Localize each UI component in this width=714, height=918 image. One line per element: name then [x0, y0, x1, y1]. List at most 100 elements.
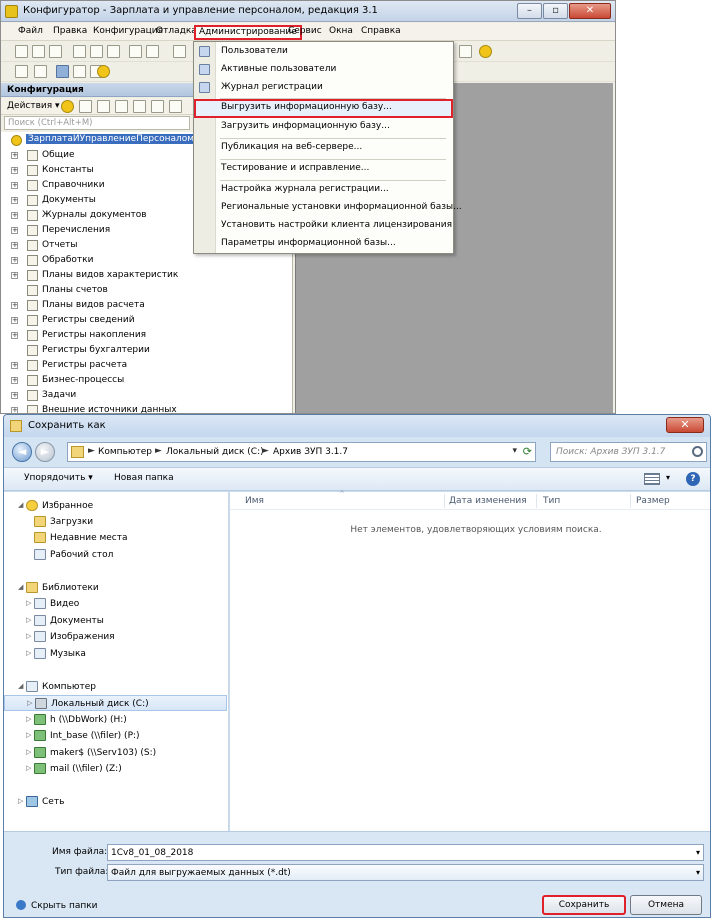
cut-icon[interactable]	[73, 45, 86, 58]
organize-button[interactable]: Упорядочить ▾	[24, 473, 93, 483]
column-type[interactable]: Тип	[543, 496, 560, 506]
column-name[interactable]: Имя	[245, 496, 264, 506]
expand-icon[interactable]: ▷	[18, 797, 23, 805]
nav-music[interactable]: ▷ Музыка	[4, 646, 227, 662]
expand-icon[interactable]: ▷	[26, 599, 31, 607]
menu-event-log[interactable]: Журнал регистрации	[194, 79, 453, 97]
breadcrumb-archive-folder[interactable]: Архив ЗУП 3.1.7	[273, 447, 348, 457]
tree-item[interactable]: + Планы видов расчета	[1, 298, 291, 313]
nav-drive-c[interactable]: ▷ Локальный диск (C:)	[4, 695, 227, 711]
save-button[interactable]: Сохранить	[542, 895, 626, 915]
column-size[interactable]: Размер	[636, 496, 670, 506]
menu-windows[interactable]: Окна	[326, 25, 356, 40]
edit-icon[interactable]	[79, 100, 92, 113]
expand-icon[interactable]: +	[11, 197, 18, 204]
syntax-icon[interactable]	[459, 45, 472, 58]
expand-icon[interactable]: +	[11, 212, 18, 219]
collapse-icon[interactable]: ◢	[18, 501, 23, 509]
nav-documents[interactable]: ▷ Документы	[4, 613, 227, 629]
column-date-modified[interactable]: Дата изменения	[449, 496, 527, 506]
nav-downloads[interactable]: Загрузки	[4, 514, 227, 530]
expand-icon[interactable]: ▷	[27, 699, 32, 707]
expand-icon[interactable]: ▷	[26, 649, 31, 657]
add-icon[interactable]	[61, 100, 74, 113]
database-icon[interactable]	[56, 65, 69, 78]
menu-users[interactable]: Пользователи	[194, 43, 453, 61]
breadcrumb-separator[interactable]: ►	[155, 446, 162, 456]
breadcrumb-separator[interactable]: ►	[88, 446, 95, 456]
tree-item[interactable]: + Задачи	[1, 388, 291, 403]
menu-edit[interactable]: Правка	[50, 25, 90, 40]
info-icon[interactable]	[479, 45, 492, 58]
nav-drive-h[interactable]: ▷ h (\\DbWork) (H:)	[4, 712, 227, 728]
column-divider[interactable]	[444, 494, 445, 508]
tree-item[interactable]: Регистры бухгалтерии	[1, 343, 291, 358]
expand-icon[interactable]: +	[11, 317, 18, 324]
tree-item[interactable]: + Бизнес-процессы	[1, 373, 291, 388]
debug-run-icon[interactable]	[97, 65, 110, 78]
tree-item[interactable]: + Обработки	[1, 253, 291, 268]
nav-drive-p[interactable]: ▷ Int_base (\\filer) (P:)	[4, 728, 227, 744]
filetype-select[interactable]: Файл для выгружаемых данных (*.dt) ▾	[107, 864, 704, 881]
collapse-icon[interactable]: ◢	[18, 682, 23, 690]
delete-icon[interactable]	[115, 100, 128, 113]
paste-icon[interactable]	[107, 45, 120, 58]
breadcrumb-separator[interactable]: ►	[262, 446, 269, 456]
tree-item[interactable]: + Регистры расчета	[1, 358, 291, 373]
expand-icon[interactable]: +	[11, 182, 18, 189]
breadcrumb-drive-c[interactable]: Локальный диск (C:)	[166, 447, 264, 457]
expand-icon[interactable]: +	[11, 272, 18, 279]
nav-desktop[interactable]: Рабочий стол	[4, 547, 227, 563]
dialog-search-input[interactable]: Поиск: Архив ЗУП 3.1.7	[550, 442, 707, 462]
actions-dropdown[interactable]: Действия ▾	[7, 101, 60, 111]
menu-log-settings[interactable]: Настройка журнала регистрации...	[194, 181, 453, 199]
forward-button[interactable]: ►	[35, 442, 55, 462]
view-list-icon[interactable]	[644, 473, 660, 485]
menu-file[interactable]: Файл	[15, 25, 46, 40]
new-icon[interactable]	[15, 45, 28, 58]
copy-icon[interactable]	[90, 45, 103, 58]
menu-service[interactable]: Сервис	[285, 25, 325, 40]
expand-icon[interactable]: +	[11, 407, 18, 413]
breadcrumb-computer[interactable]: Компьютер	[98, 447, 152, 457]
filter-icon[interactable]	[169, 100, 182, 113]
expand-icon[interactable]: +	[11, 227, 18, 234]
nav-libraries[interactable]: ◢ Библиотеки	[4, 580, 227, 596]
compare-icon[interactable]	[34, 65, 47, 78]
expand-icon[interactable]: ▷	[26, 764, 31, 772]
refresh-icon[interactable]: ⟳	[523, 445, 532, 458]
search-icon[interactable]	[692, 446, 703, 457]
close-button[interactable]: ✕	[569, 3, 611, 19]
tree-item[interactable]: + Регистры сведений	[1, 313, 291, 328]
new-folder-button[interactable]: Новая папка	[114, 473, 174, 483]
support-icon[interactable]	[73, 65, 86, 78]
undo-icon[interactable]	[129, 45, 142, 58]
menu-test-repair[interactable]: Тестирование и исправление...	[194, 160, 453, 178]
expand-icon[interactable]: ▷	[26, 616, 31, 624]
menu-debug[interactable]: Отладка	[153, 25, 200, 40]
nav-drive-z[interactable]: ▷ mail (\\filer) (Z:)	[4, 761, 227, 777]
menu-license-settings[interactable]: Установить настройки клиента лицензирова…	[194, 217, 453, 235]
hide-folders-toggle[interactable]: Скрыть папки	[16, 900, 98, 911]
menu-dump-infobase[interactable]: Выгрузить информационную базу...	[194, 99, 453, 118]
cancel-button[interactable]: Отмена	[630, 895, 702, 915]
column-divider[interactable]	[630, 494, 631, 508]
address-bar[interactable]: ► Компьютер ► Локальный диск (C:) ► Архи…	[67, 442, 536, 462]
filename-dropdown-icon[interactable]: ▾	[696, 848, 700, 857]
expand-icon[interactable]: +	[11, 302, 18, 309]
update-config-icon[interactable]	[15, 65, 28, 78]
nav-video[interactable]: ▷ Видео	[4, 596, 227, 612]
collapse-icon[interactable]: ◢	[18, 583, 23, 591]
menu-load-infobase[interactable]: Загрузить информационную базу...	[194, 118, 453, 136]
copy-item-icon[interactable]	[97, 100, 110, 113]
menu-infobase-params[interactable]: Параметры информационной базы...	[194, 235, 453, 253]
config-search-input[interactable]: Поиск (Ctrl+Alt+M)	[4, 116, 190, 130]
move-down-icon[interactable]	[151, 100, 164, 113]
minimize-button[interactable]: –	[517, 3, 542, 19]
tree-item[interactable]: Планы счетов	[1, 283, 291, 298]
open-icon[interactable]	[32, 45, 45, 58]
maximize-button[interactable]: ▫	[543, 3, 568, 19]
menu-help[interactable]: Справка	[358, 25, 404, 40]
filetype-dropdown-icon[interactable]: ▾	[696, 868, 700, 877]
expand-icon[interactable]: ▷	[26, 748, 31, 756]
